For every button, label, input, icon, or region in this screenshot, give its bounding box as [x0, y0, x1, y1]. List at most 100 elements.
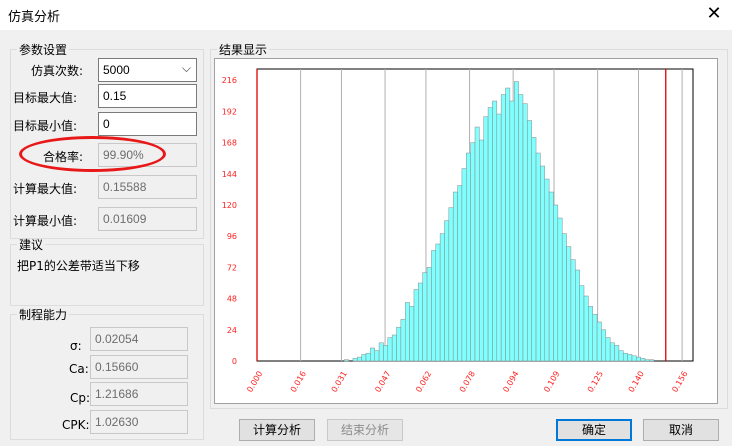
y-tick-label: 96 [227, 232, 237, 241]
x-tick-label: 0.000 [245, 370, 264, 394]
histogram-bar [404, 302, 410, 362]
histogram-bar [553, 204, 559, 362]
histogram-bar [461, 168, 467, 362]
calc-max-label: 计算最大值: [13, 182, 78, 196]
title-bar: 仿真分析 ✕ [0, 0, 732, 30]
chevron-down-icon: ⌵ [181, 61, 191, 75]
histogram-bar [527, 120, 532, 362]
histogram-bar [522, 103, 528, 362]
histogram-bar [622, 352, 628, 362]
histogram-bar [352, 358, 358, 362]
histogram-bar [426, 267, 432, 362]
histogram-bar [431, 250, 437, 362]
histogram-bar [492, 100, 498, 362]
histogram-bar [387, 337, 393, 362]
histogram-bar [439, 233, 445, 362]
histogram-bar [361, 354, 367, 362]
calc-min-label: 计算最小值: [13, 214, 78, 228]
x-tick-label: 0.156 [670, 370, 689, 394]
histogram-bar [370, 347, 375, 362]
histogram-bar [365, 352, 371, 362]
histogram-bar [609, 342, 615, 362]
histogram-bar [531, 137, 537, 362]
params-legend: 参数设置 [19, 43, 68, 57]
sigma-field: 0.02054 [90, 327, 188, 351]
x-tick-label: 0.125 [586, 370, 605, 394]
histogram-bar [618, 350, 624, 362]
x-tick-label: 0.031 [330, 370, 349, 394]
histogram-bar [487, 107, 493, 362]
y-tick-label: 144 [222, 170, 237, 179]
histogram-bar [343, 359, 349, 362]
y-tick-label: 0 [232, 357, 237, 366]
x-tick-label: 0.140 [627, 370, 646, 394]
histogram-bar [592, 313, 598, 362]
x-tick-label: 0.062 [414, 370, 433, 394]
cancel-button[interactable]: 取消 [643, 419, 719, 441]
suggestion-legend: 建议 [19, 238, 44, 252]
y-tick-label: 216 [222, 76, 237, 85]
histogram-bar [378, 342, 384, 362]
histogram-bar [470, 142, 476, 362]
end-analysis-button[interactable]: 结束分析 [327, 419, 403, 441]
cpk-label: CPK: [62, 418, 90, 432]
histogram-bar [614, 345, 620, 362]
histogram-bar [479, 139, 484, 362]
cp-label: Cp: [70, 391, 91, 405]
target-min-field[interactable]: 0 [98, 112, 197, 136]
histogram-bar [383, 345, 389, 362]
pass-rate-highlight [19, 136, 166, 172]
histogram-bar [596, 321, 602, 362]
histogram-bar [627, 354, 633, 362]
result-legend: 结果显示 [219, 43, 268, 57]
y-tick-label: 48 [227, 295, 237, 304]
histogram-chart: 0 24 48 72 96 120 144 168 192 216 0.000 0.016 0.031 0… [214, 58, 718, 404]
histogram-bar [452, 191, 458, 362]
histogram-bar [418, 282, 423, 362]
histogram-bar [513, 81, 519, 362]
histogram-bar [535, 152, 541, 362]
suggestion-text: 把P1的公差带适当下移 [17, 259, 140, 273]
y-tick-label: 72 [227, 263, 237, 272]
x-tick-label: 0.109 [542, 370, 561, 394]
histogram-bar [435, 243, 441, 362]
x-tick-label: 0.094 [501, 370, 520, 394]
histogram-bar [409, 306, 415, 362]
histogram-bar [640, 358, 646, 362]
x-tick-label: 0.047 [373, 370, 392, 394]
target-max-field[interactable]: 0.15 [98, 84, 197, 108]
sim-count-label: 仿真次数: [31, 64, 84, 78]
histogram-bar [505, 87, 511, 362]
histogram-bar [570, 259, 576, 362]
histogram-bar [357, 356, 362, 362]
histogram-bar [631, 355, 637, 362]
sigma-label: σ: [70, 339, 82, 353]
x-tick-label: 0.078 [458, 370, 477, 394]
capability-legend: 制程能力 [19, 308, 68, 322]
x-tick-label: 0.016 [289, 370, 308, 394]
ca-field: 0.15660 [90, 355, 188, 379]
histogram-bar [601, 329, 607, 362]
calc-analysis-button[interactable]: 计算分析 [239, 419, 315, 441]
ca-label: Ca: [69, 362, 89, 376]
target-min-label: 目标最小值: [13, 119, 78, 133]
histogram-bar [496, 113, 502, 362]
calc-min-field: 0.01609 [98, 207, 197, 231]
sim-count-select[interactable]: 5000 ⌵ [98, 58, 197, 82]
y-tick-label: 192 [222, 107, 237, 116]
histogram-bar [518, 94, 524, 362]
histogram-bar [474, 126, 480, 362]
histogram-bar [540, 165, 546, 362]
calc-max-field: 0.15588 [98, 175, 197, 199]
histogram-bar [544, 178, 550, 362]
close-icon[interactable]: ✕ [704, 2, 724, 26]
histogram-bar [509, 100, 515, 362]
histogram-bar [548, 191, 554, 362]
histogram-bar [374, 350, 380, 362]
y-tick-label: 24 [227, 326, 237, 335]
histogram-bar [644, 359, 650, 362]
histogram-bar [605, 337, 611, 362]
histogram-bar [400, 319, 406, 362]
ok-button[interactable]: 确定 [556, 419, 632, 441]
histogram-bar [636, 356, 641, 362]
